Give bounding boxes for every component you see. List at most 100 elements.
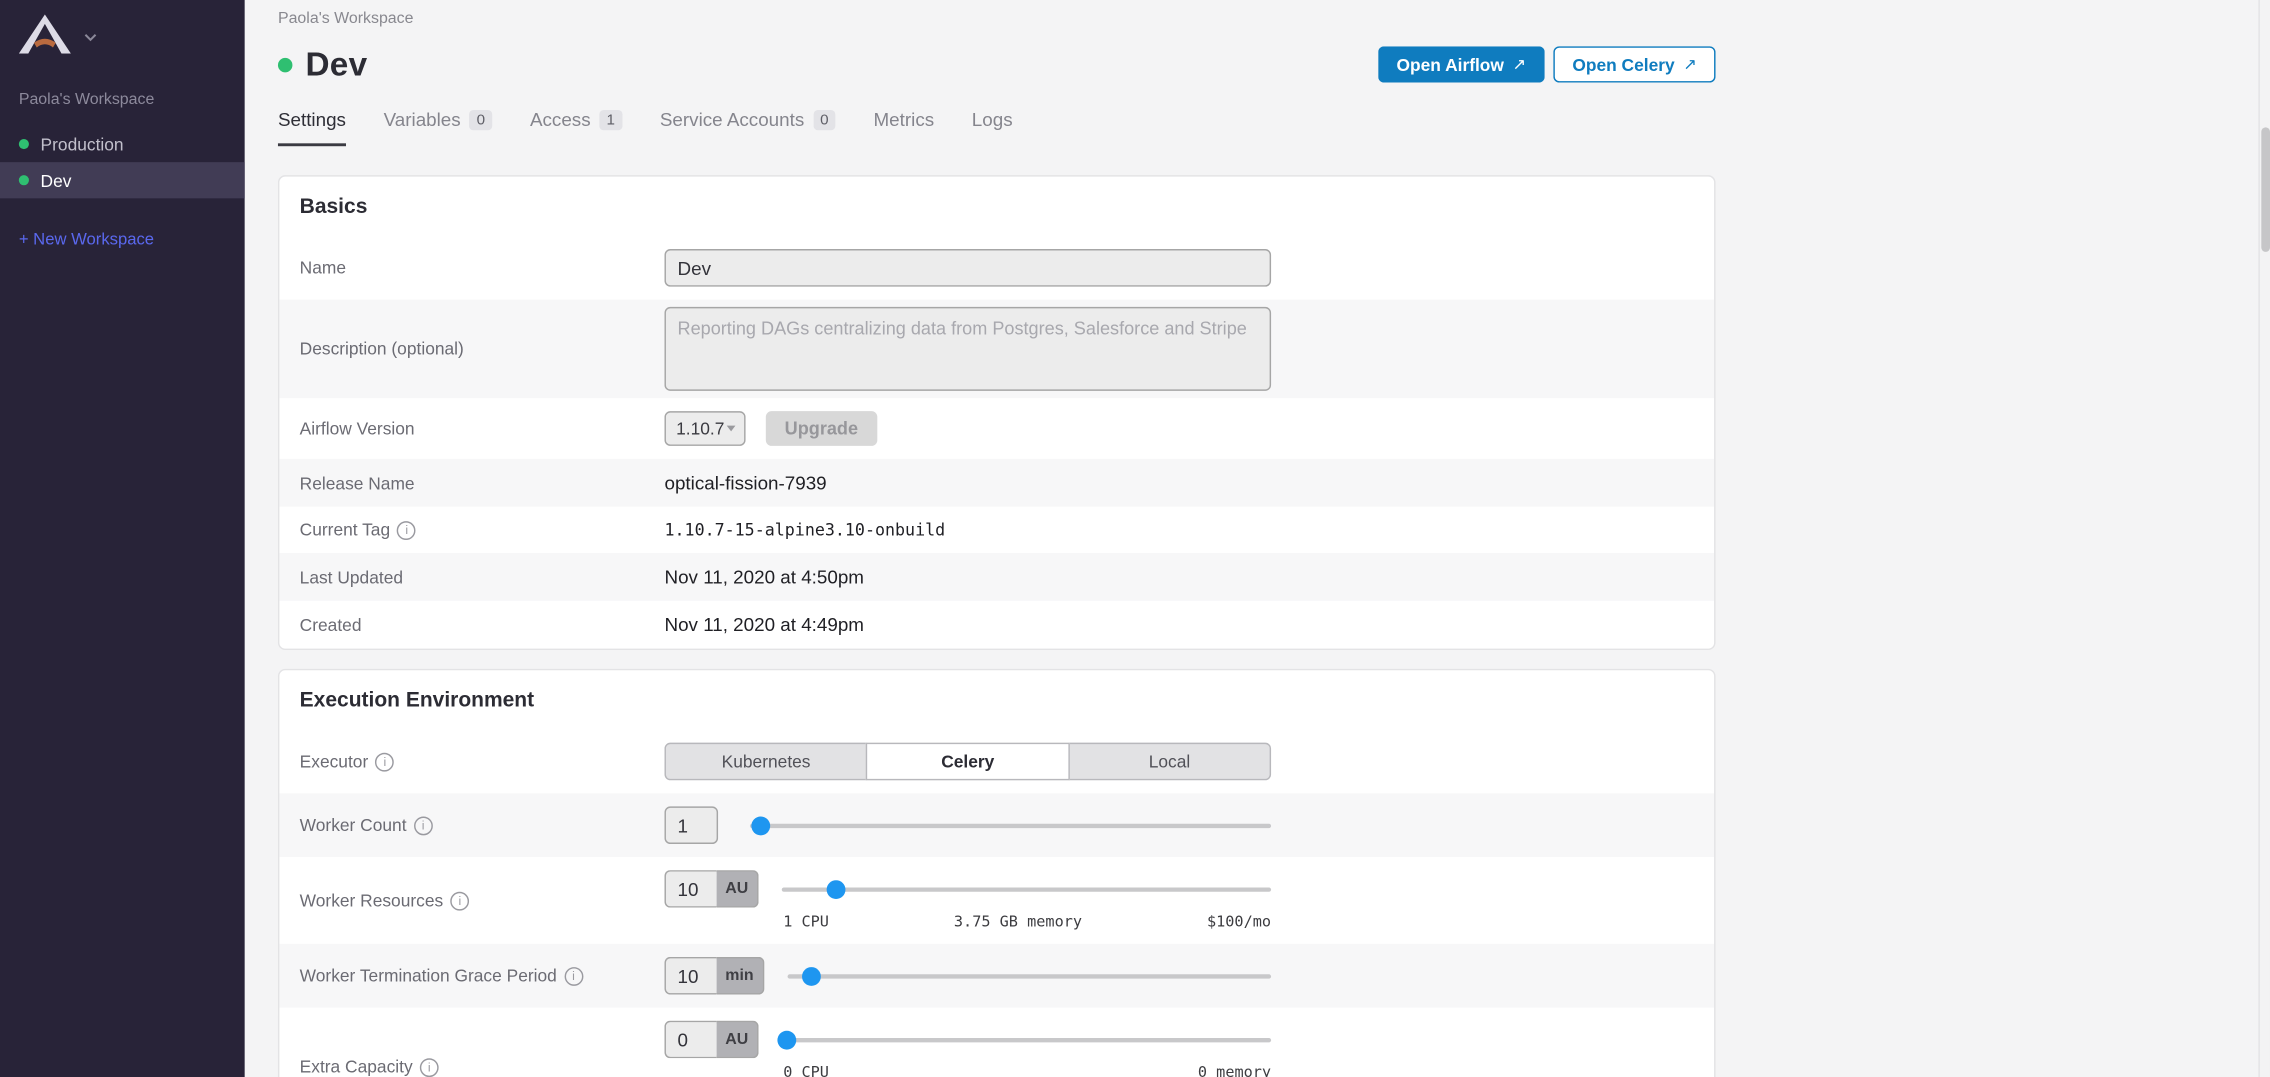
grace-period-label: Worker Termination Grace Period bbox=[300, 966, 557, 986]
current-tag-row: Current Tag i 1.10.7-15-alpine3.10-onbui… bbox=[279, 507, 1714, 553]
cost-readout: $100/mo bbox=[1207, 913, 1271, 930]
executor-segmented-control: Kubernetes Celery Local bbox=[664, 743, 1271, 781]
airflow-version-label: Airflow Version bbox=[300, 418, 415, 438]
slider-track[interactable] bbox=[782, 1037, 1271, 1041]
open-celery-button[interactable]: Open Celery ↗ bbox=[1553, 46, 1715, 82]
worker-resources-input[interactable] bbox=[664, 870, 716, 908]
info-icon[interactable]: i bbox=[397, 520, 416, 539]
header-actions: Open Airflow ↗ Open Celery ↗ bbox=[1378, 46, 1716, 82]
tab-count-badge: 1 bbox=[599, 109, 622, 129]
slider-track[interactable] bbox=[782, 887, 1271, 891]
upgrade-button[interactable]: Upgrade bbox=[766, 411, 877, 446]
info-icon[interactable]: i bbox=[564, 966, 583, 985]
external-link-icon: ↗ bbox=[1683, 55, 1696, 74]
vertical-scrollbar[interactable] bbox=[2258, 0, 2270, 1077]
extra-capacity-readout: 0 CPU 0 memory bbox=[783, 1064, 1271, 1077]
tab-access[interactable]: Access 1 bbox=[530, 109, 622, 147]
deployment-status-dot bbox=[278, 57, 292, 71]
execution-environment-card: Execution Environment Executor i Kuberne… bbox=[278, 669, 1716, 1077]
memory-readout: 0 memory bbox=[1198, 1064, 1271, 1077]
info-icon[interactable]: i bbox=[375, 752, 394, 771]
workspace-name-label: Paola's Workspace bbox=[0, 54, 245, 109]
last-updated-label: Last Updated bbox=[300, 567, 403, 587]
extra-capacity-slider[interactable] bbox=[782, 1030, 1271, 1049]
airflow-version-row: Airflow Version 1.10.7 Upgrade bbox=[279, 398, 1714, 459]
worker-count-label: Worker Count bbox=[300, 815, 407, 835]
main-content: Paola's Workspace Dev Open Airflow ↗ Ope… bbox=[245, 0, 2270, 1077]
release-name-label: Release Name bbox=[300, 473, 415, 493]
open-airflow-label: Open Airflow bbox=[1396, 54, 1503, 74]
grace-period-slider[interactable] bbox=[787, 966, 1271, 985]
tab-metrics[interactable]: Metrics bbox=[874, 109, 935, 147]
page-title-wrap: Dev bbox=[278, 45, 367, 84]
name-label: Name bbox=[300, 258, 346, 278]
tab-variables[interactable]: Variables 0 bbox=[384, 109, 493, 147]
new-workspace-link[interactable]: + New Workspace bbox=[0, 232, 245, 249]
description-label: Description (optional) bbox=[300, 339, 464, 359]
sidebar-item-label: Production bbox=[41, 134, 124, 154]
scrollbar-thumb[interactable] bbox=[2261, 127, 2270, 252]
worker-count-input[interactable] bbox=[664, 806, 718, 844]
extra-capacity-input[interactable] bbox=[664, 1021, 716, 1059]
slider-thumb[interactable] bbox=[752, 816, 771, 835]
worker-resources-label: Worker Resources bbox=[300, 890, 444, 910]
cpu-readout: 1 CPU bbox=[783, 913, 829, 930]
slider-thumb[interactable] bbox=[827, 879, 846, 898]
workspace-env-list: Production Dev bbox=[0, 126, 245, 198]
tab-logs[interactable]: Logs bbox=[972, 109, 1013, 147]
tab-service-accounts[interactable]: Service Accounts 0 bbox=[660, 109, 836, 147]
info-icon[interactable]: i bbox=[450, 891, 469, 910]
release-name-row: Release Name optical-fission-7939 bbox=[279, 459, 1714, 507]
executor-row: Executor i Kubernetes Celery Local bbox=[279, 730, 1714, 794]
sidebar-item-production[interactable]: Production bbox=[0, 126, 245, 162]
created-label: Created bbox=[300, 615, 362, 635]
page-header: Dev Open Airflow ↗ Open Celery ↗ bbox=[278, 45, 1716, 84]
slider-track[interactable] bbox=[787, 974, 1271, 978]
slider-thumb[interactable] bbox=[802, 966, 821, 985]
cpu-readout: 0 CPU bbox=[783, 1064, 829, 1077]
executor-option-celery[interactable]: Celery bbox=[866, 743, 1069, 781]
worker-resources-row: Worker Resources i AU bbox=[279, 857, 1714, 944]
slider-track[interactable] bbox=[750, 823, 1271, 827]
tab-label: Settings bbox=[278, 109, 346, 131]
last-updated-row: Last Updated Nov 11, 2020 at 4:50pm bbox=[279, 553, 1714, 601]
caret-down-icon bbox=[727, 426, 736, 432]
open-airflow-button[interactable]: Open Airflow ↗ bbox=[1378, 46, 1545, 82]
info-icon[interactable]: i bbox=[414, 816, 433, 835]
executor-option-kubernetes[interactable]: Kubernetes bbox=[664, 743, 867, 781]
grace-period-row: Worker Termination Grace Period i min bbox=[279, 944, 1714, 1008]
grace-period-unit: min bbox=[717, 957, 764, 995]
name-row: Name bbox=[279, 236, 1714, 300]
grace-period-input[interactable] bbox=[664, 957, 716, 995]
tab-label: Logs bbox=[972, 109, 1013, 131]
tab-label: Service Accounts bbox=[660, 109, 804, 131]
executor-option-local[interactable]: Local bbox=[1068, 743, 1271, 781]
release-name-value: optical-fission-7939 bbox=[664, 472, 826, 494]
worker-resources-readout: 1 CPU 3.75 GB memory $100/mo bbox=[783, 913, 1271, 930]
tab-count-badge: 0 bbox=[813, 109, 836, 129]
worker-resources-slider[interactable] bbox=[782, 879, 1271, 898]
status-dot-green bbox=[19, 139, 29, 149]
open-celery-label: Open Celery bbox=[1572, 54, 1674, 74]
executor-label: Executor bbox=[300, 751, 369, 771]
current-tag-label: Current Tag bbox=[300, 520, 390, 540]
astronomer-logo[interactable] bbox=[19, 14, 71, 53]
info-icon[interactable]: i bbox=[420, 1058, 439, 1077]
page-title: Dev bbox=[305, 45, 367, 84]
app-window: Paola's Workspace Production Dev + New W… bbox=[0, 0, 2270, 1077]
tab-settings[interactable]: Settings bbox=[278, 109, 346, 147]
description-input[interactable] bbox=[664, 307, 1271, 391]
worker-count-slider[interactable] bbox=[750, 816, 1271, 835]
sidebar: Paola's Workspace Production Dev + New W… bbox=[0, 0, 245, 1077]
tab-label: Variables bbox=[384, 109, 461, 131]
airflow-version-select[interactable]: 1.10.7 bbox=[664, 411, 745, 446]
breadcrumb: Paola's Workspace bbox=[278, 0, 2270, 28]
slider-thumb[interactable] bbox=[778, 1030, 797, 1049]
logo-row bbox=[0, 0, 245, 54]
sidebar-item-dev[interactable]: Dev bbox=[0, 162, 245, 198]
chevron-down-icon[interactable] bbox=[84, 23, 97, 49]
tab-bar: Settings Variables 0 Access 1 Service Ac… bbox=[278, 109, 2270, 147]
extra-capacity-unit: AU bbox=[717, 1021, 759, 1059]
name-input[interactable] bbox=[664, 249, 1271, 287]
created-value: Nov 11, 2020 at 4:49pm bbox=[664, 614, 863, 636]
